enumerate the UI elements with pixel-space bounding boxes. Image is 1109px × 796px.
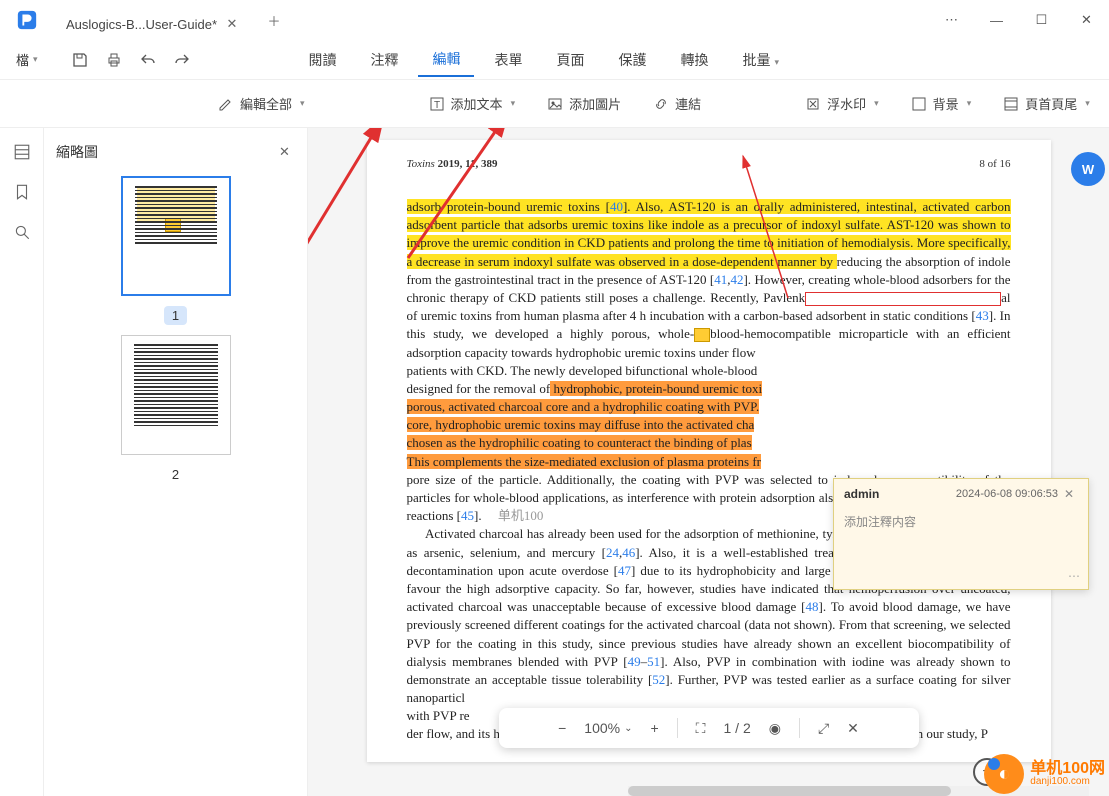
left-sidebar: [0, 128, 44, 796]
menu-page[interactable]: 頁面: [542, 44, 598, 76]
edit-all-button[interactable]: 編輯全部: [218, 94, 305, 113]
menu-protect[interactable]: 保護: [604, 44, 660, 76]
add-text-button[interactable]: T 添加文本: [429, 94, 516, 113]
bookmark-icon[interactable]: [10, 180, 34, 204]
journal-meta: Toxins 2019, 11, 389: [407, 158, 498, 170]
new-tab-button[interactable]: ＋: [259, 5, 289, 35]
brand-url: danji100.com: [1030, 777, 1105, 787]
maximize-button[interactable]: ☐: [1019, 5, 1064, 35]
redbox-annotation[interactable]: [805, 292, 1001, 306]
fit-width-icon[interactable]: ⛶: [696, 720, 706, 737]
app-icon: [0, 9, 54, 31]
page-indicator[interactable]: 1 / 2: [723, 720, 750, 736]
svg-text:T: T: [434, 100, 440, 111]
print-icon[interactable]: [100, 46, 128, 74]
thumbnails-icon[interactable]: [10, 140, 34, 164]
link-button[interactable]: 連結: [653, 94, 701, 113]
comment-popup[interactable]: admin 2024-06-08 09:06:53 ✕ 添加注釋内容 ⋯: [833, 478, 1089, 590]
more-icon[interactable]: ⋯: [929, 5, 974, 35]
tab-close-icon[interactable]: ✕: [225, 17, 239, 31]
comment-author: admin: [844, 487, 879, 501]
header-footer-button[interactable]: 頁首頁尾: [1003, 94, 1090, 113]
minimize-button[interactable]: —: [974, 5, 1019, 35]
page-content[interactable]: adsorb protein-bound uremic toxins [40].…: [407, 198, 1011, 744]
comment-close-icon[interactable]: ✕: [1064, 487, 1078, 501]
menu-read[interactable]: 閱讀: [294, 44, 350, 76]
file-menu[interactable]: 檔▾: [10, 50, 44, 69]
view-controls: − 100% ⌄ + ⛶ 1 / 2 ◉ ⤢ ✕: [499, 708, 919, 748]
thumb-label-1: 1: [164, 306, 187, 325]
close-bar-icon[interactable]: ✕: [847, 720, 859, 737]
close-window-button[interactable]: ✕: [1064, 5, 1109, 35]
brand-name: 单机100网: [1030, 761, 1105, 777]
body: 縮略圖 ✕ 1 2 W: [0, 128, 1109, 796]
sticky-note-icon[interactable]: [694, 328, 710, 342]
fullscreen-icon[interactable]: ⤢: [818, 720, 829, 737]
brand-logo-icon: ◐: [984, 754, 1024, 794]
menu-batch[interactable]: 批量: [728, 44, 793, 76]
comment-time: 2024-06-08 09:06:53: [956, 488, 1058, 500]
background-button[interactable]: 背景: [911, 94, 972, 113]
menu-form[interactable]: 表單: [480, 44, 536, 76]
menu-annotate[interactable]: 注釋: [356, 44, 412, 76]
site-branding: ◐ 单机100网 danji100.com: [984, 754, 1105, 794]
menu-edit[interactable]: 編輯: [418, 43, 474, 77]
redo-icon[interactable]: [168, 46, 196, 74]
thumbnail-2[interactable]: [121, 335, 231, 455]
word-export-button[interactable]: W: [1071, 152, 1105, 186]
menu-convert[interactable]: 轉換: [666, 44, 722, 76]
watermark-button[interactable]: 浮水印: [805, 94, 879, 113]
panel-title: 縮略圖: [56, 142, 98, 162]
titlebar: Auslogics-B...User-Guide* ✕ ＋ ⋯ — ☐ ✕: [0, 0, 1109, 40]
menubar: 檔▾ 閱讀 注釋 編輯 表單 頁面 保護 轉換 批量: [0, 40, 1109, 80]
zoom-in-button[interactable]: +: [650, 720, 658, 736]
document-view[interactable]: W Toxins 2019, 11, 389 8 of 16 adsorb pr…: [308, 128, 1109, 796]
zoom-level[interactable]: 100% ⌄: [584, 720, 632, 736]
thumb-label-2: 2: [164, 465, 187, 484]
save-icon[interactable]: [66, 46, 94, 74]
add-image-button[interactable]: 添加圖片: [547, 94, 621, 113]
thumbnails-panel: 縮略圖 ✕ 1 2: [44, 128, 308, 796]
pdf-page[interactable]: Toxins 2019, 11, 389 8 of 16 adsorb prot…: [367, 140, 1051, 762]
edit-toolbar: 編輯全部 T 添加文本 添加圖片 連結 浮水印 背景 頁首頁尾: [0, 80, 1109, 128]
close-panel-icon[interactable]: ✕: [279, 144, 295, 160]
thumbnail-1[interactable]: [121, 176, 231, 296]
comment-options-icon[interactable]: ⋯: [1068, 569, 1080, 583]
tab-title: Auslogics-B...User-Guide*: [66, 17, 217, 32]
search-icon[interactable]: [10, 220, 34, 244]
watermark-text: 单机100: [498, 508, 544, 523]
document-tab[interactable]: Auslogics-B...User-Guide* ✕: [54, 8, 251, 40]
read-mode-icon[interactable]: ◉: [769, 720, 781, 737]
zoom-out-button[interactable]: −: [558, 720, 566, 736]
undo-icon[interactable]: [134, 46, 162, 74]
page-counter: 8 of 16: [979, 158, 1010, 170]
comment-input[interactable]: 添加注釋内容: [834, 509, 1088, 589]
